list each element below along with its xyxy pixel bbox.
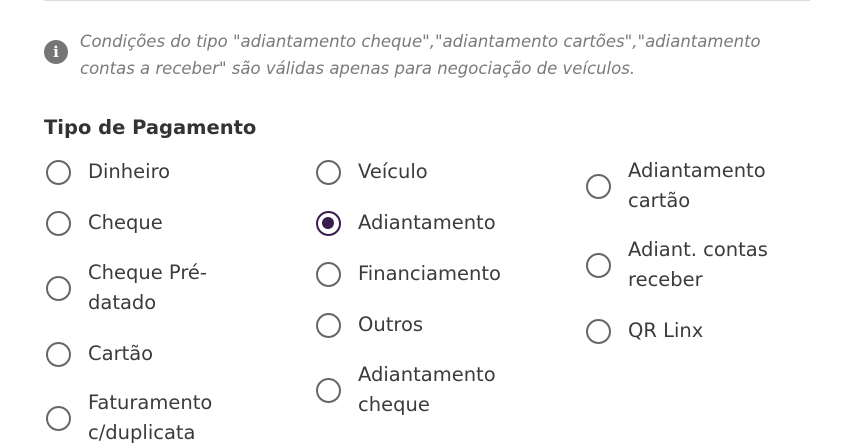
radio-label: Adiantamento cartão — [628, 159, 766, 212]
info-icon: i — [44, 40, 68, 64]
radio-option-adiantamento[interactable]: Adiantamento — [316, 208, 558, 238]
radio-option-outros[interactable]: Outros — [316, 310, 558, 340]
radio-label: Adiantamento cheque — [358, 363, 496, 416]
radio-label: Adiantamento — [358, 211, 496, 234]
radio-option-faturamento-duplicata[interactable]: Faturamento c/duplicata — [46, 388, 238, 448]
info-notice-text: Condições do tipo "adiantamento cheque",… — [80, 32, 761, 78]
radio-option-adiant-contas-receber[interactable]: Adiant. contas receber — [586, 235, 828, 295]
radio-label: Outros — [358, 313, 424, 336]
radio-label: Dinheiro — [88, 160, 171, 183]
radio-label: Faturamento c/duplicata — [88, 391, 213, 444]
radio-button[interactable] — [586, 252, 611, 278]
radio-button[interactable] — [46, 210, 71, 236]
radio-button[interactable] — [46, 275, 71, 301]
radio-button[interactable] — [316, 159, 341, 185]
radio-label: Financiamento — [358, 262, 501, 285]
radio-option-adiantamento-cartao[interactable]: Adiantamento cartão — [586, 156, 828, 216]
radio-button[interactable] — [46, 159, 71, 185]
radio-label: Cheque — [88, 211, 163, 234]
payment-type-label: Tipo de Pagamento — [44, 116, 257, 139]
radio-label: Adiant. contas receber — [628, 238, 768, 291]
radio-button-selected[interactable] — [316, 210, 341, 236]
radio-option-cartao[interactable]: Cartão — [46, 339, 238, 369]
radio-option-adiantamento-cheque[interactable]: Adiantamento cheque — [316, 360, 558, 420]
radio-button[interactable] — [586, 173, 611, 199]
radio-option-dinheiro[interactable]: Dinheiro — [46, 157, 238, 187]
radio-option-cheque-pre-datado[interactable]: Cheque Pré-datado — [46, 258, 238, 318]
radio-button[interactable] — [316, 261, 341, 287]
radio-label: Veículo — [358, 160, 428, 183]
radio-label: QR Linx — [628, 319, 704, 342]
radio-label: Cartão — [88, 342, 154, 365]
radio-label: Cheque Pré-datado — [88, 261, 207, 314]
radio-option-qr-linx[interactable]: QR Linx — [586, 316, 828, 346]
radio-option-financiamento[interactable]: Financiamento — [316, 259, 558, 289]
radio-button[interactable] — [316, 312, 341, 338]
radio-button[interactable] — [46, 405, 71, 431]
radio-option-cheque[interactable]: Cheque — [46, 208, 238, 238]
radio-button[interactable] — [586, 318, 611, 344]
radio-button[interactable] — [46, 341, 71, 367]
radio-option-veiculo[interactable]: Veículo — [316, 157, 558, 187]
top-divider — [44, 0, 810, 1]
info-notice: i Condições do tipo "adiantamento cheque… — [44, 28, 784, 82]
radio-button[interactable] — [316, 377, 341, 403]
